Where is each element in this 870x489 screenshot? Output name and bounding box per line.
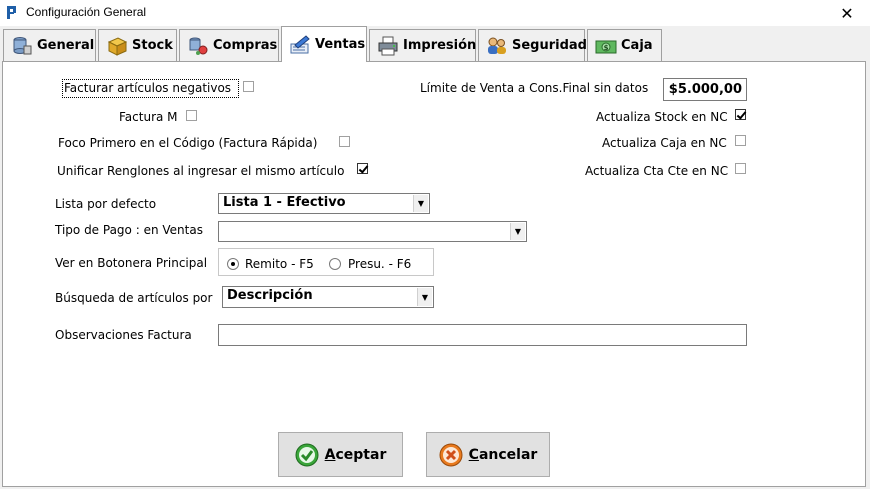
tab-ventas[interactable]: Ventas: [281, 26, 367, 62]
tipo-pago-label: Tipo de Pago : en Ventas: [55, 223, 203, 237]
tab-label: General: [37, 38, 95, 53]
facturar-negativos-checkbox[interactable]: [243, 81, 254, 92]
busqueda-select[interactable]: Descripción ▼: [222, 286, 434, 308]
app-logo-icon: [7, 6, 16, 19]
foco-codigo-checkbox[interactable]: [339, 136, 350, 147]
printer-icon: [378, 36, 398, 55]
unificar-renglones-checkbox[interactable]: [357, 163, 368, 174]
users-icon: [488, 37, 506, 54]
tab-compras[interactable]: Compras: [179, 29, 279, 61]
cancelar-button[interactable]: Cancelar: [426, 432, 550, 477]
tab-label: Compras: [213, 38, 278, 53]
lista-defecto-label: Lista por defecto: [55, 197, 157, 211]
factura-m-checkbox[interactable]: [186, 110, 197, 121]
limite-venta-label: Límite de Venta a Cons.Final sin datos: [420, 81, 649, 95]
tab-label: Caja: [621, 38, 653, 53]
presupuesto-radio[interactable]: [329, 258, 341, 270]
tab-label: Ventas: [315, 37, 366, 52]
tab-caja[interactable]: $ Caja: [587, 29, 662, 61]
cash-register-icon: $: [595, 40, 617, 53]
observaciones-input[interactable]: [218, 324, 747, 346]
presupuesto-radio-label[interactable]: Presu. - F6: [348, 257, 411, 271]
botonera-label: Ver en Botonera Principal: [55, 256, 208, 270]
observaciones-label: Observaciones Factura: [55, 328, 192, 342]
close-button[interactable]: ✕: [824, 0, 870, 26]
busqueda-value: Descripción: [227, 288, 313, 303]
actualiza-caja-label: Actualiza Caja en NC: [602, 136, 727, 150]
cancel-circle-icon: [439, 443, 463, 466]
tab-general[interactable]: General: [3, 29, 96, 61]
tab-impresion[interactable]: Impresión: [369, 29, 476, 61]
actualiza-ctacte-label: Actualiza Cta Cte en NC: [585, 164, 729, 178]
database-icon: [13, 36, 32, 54]
facturar-negativos-label: Facturar artículos negativos: [64, 81, 232, 95]
tab-label: Impresión: [403, 38, 477, 53]
lista-defecto-value: Lista 1 - Efectivo: [223, 195, 346, 210]
actualiza-stock-checkbox[interactable]: [735, 109, 746, 120]
ventas-panel: [2, 61, 866, 487]
botonera-radio-group: Remito - F5 Presu. - F6: [218, 248, 434, 276]
factura-m-label: Factura M: [119, 110, 178, 124]
database-cart-icon: [189, 37, 208, 55]
chevron-down-icon[interactable]: ▼: [510, 223, 525, 240]
svg-text:$: $: [604, 44, 609, 52]
tab-label: Stock: [132, 38, 173, 53]
foco-codigo-label: Foco Primero en el Código (Factura Rápid…: [58, 136, 318, 150]
tab-label: Seguridad: [512, 38, 587, 53]
actualiza-stock-label: Actualiza Stock en NC: [596, 110, 728, 124]
limite-venta-input[interactable]: $5.000,00: [663, 78, 747, 101]
tab-seguridad[interactable]: Seguridad: [478, 29, 587, 61]
aceptar-label: Aceptar: [324, 446, 387, 463]
tab-stock[interactable]: Stock: [98, 29, 177, 61]
busqueda-label: Búsqueda de artículos por: [55, 291, 213, 305]
window-title: Configuración General: [26, 5, 147, 19]
close-icon: ✕: [840, 3, 854, 23]
tipo-pago-select[interactable]: ▼: [218, 221, 527, 242]
aceptar-button[interactable]: Aceptar: [278, 432, 403, 477]
remito-radio-label[interactable]: Remito - F5: [245, 257, 314, 271]
title-bar: Configuración General ✕: [0, 0, 870, 26]
check-circle-icon: [295, 443, 319, 466]
lista-defecto-select[interactable]: Lista 1 - Efectivo ▼: [218, 193, 430, 214]
pencil-paper-icon: [290, 34, 310, 53]
unificar-renglones-label: Unificar Renglones al ingresar el mismo …: [57, 164, 345, 178]
box-icon: [107, 36, 128, 56]
limite-venta-value: $5.000,00: [668, 82, 742, 97]
chevron-down-icon[interactable]: ▼: [413, 195, 428, 212]
chevron-down-icon[interactable]: ▼: [417, 288, 432, 306]
remito-radio[interactable]: [227, 258, 239, 270]
tab-strip: General Stock Compras Ventas Impresión S…: [0, 26, 870, 62]
actualiza-ctacte-checkbox[interactable]: [735, 163, 746, 174]
actualiza-caja-checkbox[interactable]: [735, 135, 746, 146]
cancelar-label: Cancelar: [468, 446, 538, 463]
